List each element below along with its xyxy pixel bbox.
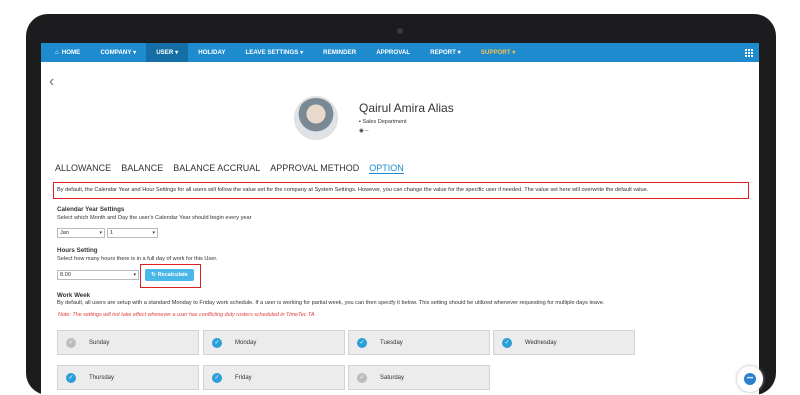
profile-department: ▪ Sales Department <box>359 119 407 125</box>
default-settings-notice: By default, the Calendar Year and Hour S… <box>53 182 749 199</box>
checkmark-icon: ✓ <box>212 372 222 383</box>
hours-select[interactable]: 8.00 ▾ <box>57 270 139 280</box>
day-sunday[interactable]: ✓ Sunday <box>57 330 199 355</box>
month-select[interactable]: Jan ▾ <box>57 228 105 238</box>
tab-option[interactable]: OPTION <box>369 163 404 174</box>
unchecked-icon: ✓ <box>357 372 367 383</box>
chat-button[interactable]: ••• <box>737 366 763 392</box>
profile-secondary: ◉ – <box>359 128 369 134</box>
work-week-desc: By default, all users are setup with a s… <box>57 300 605 306</box>
tab-bar: ALLOWANCE BALANCE BALANCE ACCRUAL APPROV… <box>55 163 404 174</box>
top-nav: ⌂ HOME COMPANY ▾ USER ▾ HOLIDAY LEAVE SET… <box>41 43 759 62</box>
refresh-icon: ↻ <box>151 272 156 278</box>
day-wednesday[interactable]: ✓ Wednesday <box>493 330 635 355</box>
chevron-down-icon: ▾ <box>133 272 136 278</box>
nav-holiday[interactable]: HOLIDAY <box>188 43 235 62</box>
tab-allowance[interactable]: ALLOWANCE <box>55 163 111 174</box>
work-week-title: Work Week <box>57 292 91 299</box>
nav-approval[interactable]: APPROVAL <box>366 43 420 62</box>
tab-balance-accrual[interactable]: BALANCE ACCRUAL <box>173 163 260 174</box>
calendar-desc: Select which Month and Day the user's Ca… <box>57 215 252 221</box>
nav-company[interactable]: COMPANY ▾ <box>90 43 146 62</box>
hours-desc: Select how many hours there is in a full… <box>57 256 218 262</box>
checkmark-icon: ✓ <box>212 337 222 348</box>
hours-title: Hours Setting <box>57 247 98 254</box>
day-friday[interactable]: ✓ Friday <box>203 365 345 390</box>
nav-report[interactable]: REPORT ▾ <box>420 43 471 62</box>
chevron-down-icon: ▾ <box>152 230 155 236</box>
checkmark-icon: ✓ <box>357 337 367 348</box>
camera <box>397 28 403 34</box>
profile-name: Qairul Amira Alias <box>359 101 454 115</box>
home-icon: ⌂ <box>55 49 59 56</box>
nav-reminder[interactable]: REMINDER <box>313 43 366 62</box>
nav-user[interactable]: USER ▾ <box>146 43 189 62</box>
calendar-title: Calendar Year Settings <box>57 206 125 213</box>
nav-home[interactable]: ⌂ HOME <box>41 43 90 62</box>
avatar <box>294 96 338 140</box>
nav-leave-settings[interactable]: LEAVE SETTINGS ▾ <box>236 43 314 62</box>
tab-approval-method[interactable]: APPROVAL METHOD <box>270 163 359 174</box>
checkmark-icon: ✓ <box>502 337 512 348</box>
recalculate-button[interactable]: ↻ Recalculate <box>145 269 194 281</box>
grid-icon[interactable] <box>745 48 753 57</box>
back-arrow-icon[interactable]: ‹ <box>49 73 54 91</box>
tab-balance[interactable]: BALANCE <box>121 163 163 174</box>
day-saturday[interactable]: ✓ Saturday <box>348 365 490 390</box>
app-screen: ⌂ HOME COMPANY ▾ USER ▾ HOLIDAY LEAVE SET… <box>41 43 759 395</box>
day-select[interactable]: 1 ▾ <box>107 228 158 238</box>
day-thursday[interactable]: ✓ Thursday <box>57 365 199 390</box>
chat-icon: ••• <box>744 373 756 385</box>
checkmark-icon: ✓ <box>66 372 76 383</box>
roster-note: Note: The settings will not take effect … <box>58 312 316 318</box>
day-tuesday[interactable]: ✓ Tuesday <box>348 330 490 355</box>
day-monday[interactable]: ✓ Monday <box>203 330 345 355</box>
unchecked-icon: ✓ <box>66 337 76 348</box>
chevron-down-icon: ▾ <box>99 230 102 236</box>
nav-support[interactable]: SUPPORT ▾ <box>471 43 526 62</box>
